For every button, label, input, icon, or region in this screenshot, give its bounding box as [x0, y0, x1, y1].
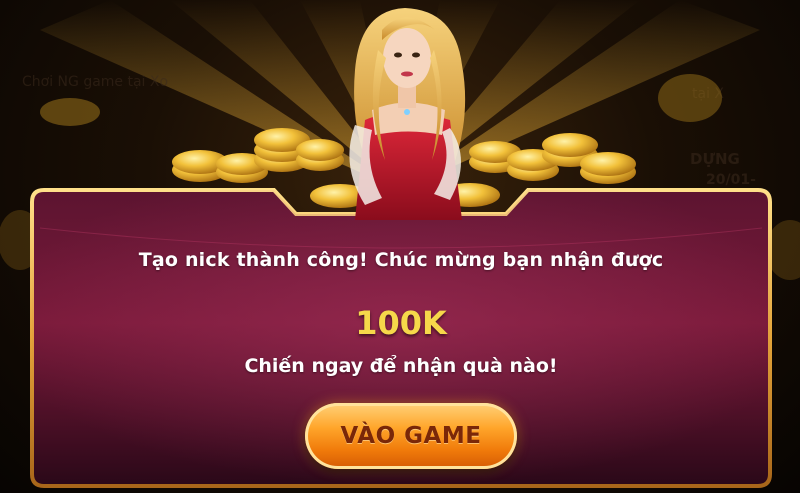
- call-to-action-text: Chiến ngay để nhận quà nào!: [244, 355, 558, 377]
- success-message: Tạo nick thành công! Chúc mừng bạn nhận …: [138, 249, 664, 271]
- enter-game-button-label: VÀO GAME: [340, 423, 482, 449]
- reward-amount: 100K: [355, 304, 447, 342]
- hostess-illustration: [172, 8, 636, 220]
- enter-game-button[interactable]: VÀO GAME: [305, 403, 517, 469]
- game-screen: Chơi NG game tại Xo tại X DỰNG 20/01-: [0, 0, 800, 493]
